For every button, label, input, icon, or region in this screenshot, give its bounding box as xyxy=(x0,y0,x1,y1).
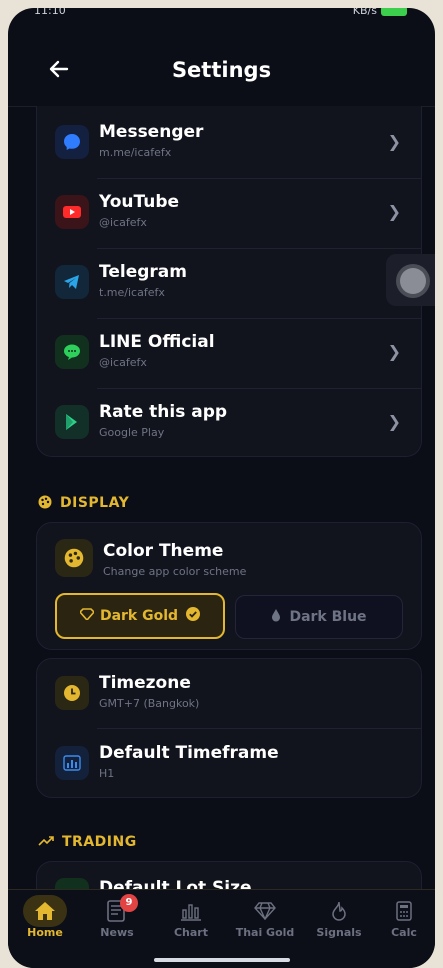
nav-news[interactable]: 9 News xyxy=(82,894,152,939)
line-label: LINE Official xyxy=(99,332,215,352)
messenger-label: Messenger xyxy=(99,122,204,142)
rate-app-label: Rate this app xyxy=(99,402,228,422)
section-trading-header: TRADING xyxy=(38,834,137,850)
social-item-youtube[interactable]: YouTube @icafefx ❯ xyxy=(37,178,421,246)
social-item-messenger[interactable]: Messenger m.me/icafefx ❯ xyxy=(37,108,421,176)
bar-chart-icon xyxy=(55,746,89,780)
default-timeframe-item[interactable]: Default Timeframe H1 xyxy=(37,729,421,797)
diamond-icon xyxy=(230,896,300,926)
network-speed: KB/s xyxy=(352,8,377,17)
check-circle-icon xyxy=(186,607,201,625)
app-bar: Settings xyxy=(8,38,435,107)
flame-icon xyxy=(304,896,374,926)
diamond-icon xyxy=(78,608,96,624)
youtube-sub: @icafefx xyxy=(99,216,147,229)
theme-dark-gold-button[interactable]: Dark Gold xyxy=(55,593,225,639)
bottom-navigation: Home 9 News Chart Thai Gold Signals Calc xyxy=(8,889,435,968)
rate-app-sub: Google Play xyxy=(99,426,165,439)
home-icon xyxy=(10,895,80,927)
line-icon xyxy=(55,335,89,369)
timeframe-title: Default Timeframe xyxy=(99,743,279,763)
section-display-label: DISPLAY xyxy=(60,495,130,511)
social-item-line[interactable]: LINE Official @icafefx ❯ xyxy=(37,318,421,386)
messenger-sub: m.me/icafefx xyxy=(99,146,172,159)
time-settings-card: Timezone GMT+7 (Bangkok) Default Timefra… xyxy=(36,658,422,798)
section-display-header: DISPLAY xyxy=(38,495,129,511)
social-item-telegram[interactable]: Telegram t.me/icafefx ❯ xyxy=(37,248,421,316)
nav-home[interactable]: Home xyxy=(10,895,80,939)
chevron-right-icon: ❯ xyxy=(387,202,401,221)
timeframe-sub: H1 xyxy=(99,767,115,780)
chevron-right-icon: ❯ xyxy=(387,412,401,431)
nav-chart-label: Chart xyxy=(173,926,208,939)
line-sub: @icafefx xyxy=(99,356,147,369)
trending-up-icon xyxy=(38,834,54,850)
youtube-icon xyxy=(55,195,89,229)
nav-thai-gold-label: Thai Gold xyxy=(235,926,295,939)
section-trading-label: TRADING xyxy=(62,834,137,850)
nav-signals-label: Signals xyxy=(316,926,362,939)
bar-chart-icon xyxy=(156,896,226,926)
nav-home-label: Home xyxy=(27,926,63,939)
social-item-rate-app[interactable]: Rate this app Google Play ❯ xyxy=(37,388,421,456)
nav-chart[interactable]: Chart xyxy=(156,896,226,939)
news-icon: 9 xyxy=(82,894,152,926)
nav-news-label: News xyxy=(100,926,134,939)
nav-calc[interactable]: Calc xyxy=(374,896,434,939)
google-play-icon xyxy=(55,405,89,439)
color-theme-title: Color Theme xyxy=(103,541,224,561)
color-theme-sub: Change app color scheme xyxy=(103,565,247,578)
color-theme-card: Color Theme Change app color scheme Dark… xyxy=(36,522,422,650)
nav-thai-gold[interactable]: Thai Gold xyxy=(230,896,300,939)
telegram-label: Telegram xyxy=(99,262,187,282)
telegram-sub: t.me/icafefx xyxy=(99,286,165,299)
floating-assistive-button[interactable] xyxy=(386,254,435,306)
news-badge: 9 xyxy=(120,894,138,912)
app-screen: 11:10 KB/s Settings Messenger m.me/icafe… xyxy=(8,8,435,968)
home-indicator xyxy=(154,958,290,962)
youtube-label: YouTube xyxy=(99,192,180,212)
water-drop-icon xyxy=(271,608,281,626)
status-right: KB/s xyxy=(353,8,407,17)
telegram-icon xyxy=(55,265,89,299)
dark-gold-label: Dark Gold xyxy=(99,608,179,624)
circle-icon xyxy=(400,268,426,294)
battery-icon xyxy=(381,8,407,16)
messenger-icon xyxy=(55,125,89,159)
nav-signals[interactable]: Signals xyxy=(304,896,374,939)
palette-icon xyxy=(55,539,93,577)
chevron-right-icon: ❯ xyxy=(387,132,401,151)
dark-blue-label: Dark Blue xyxy=(289,609,367,625)
timezone-title: Timezone xyxy=(99,673,191,693)
clock-icon xyxy=(55,676,89,710)
status-time: 11:10 xyxy=(34,8,66,17)
theme-dark-blue-button[interactable]: Dark Blue xyxy=(235,595,403,639)
timezone-item[interactable]: Timezone GMT+7 (Bangkok) xyxy=(37,659,421,727)
social-links-card: Messenger m.me/icafefx ❯ YouTube @icafef… xyxy=(36,106,422,457)
status-bar: 11:10 KB/s xyxy=(8,8,435,24)
calculator-icon xyxy=(374,896,434,926)
chevron-right-icon: ❯ xyxy=(387,342,401,361)
palette-icon xyxy=(38,495,52,511)
page-title: Settings xyxy=(171,58,272,82)
nav-calc-label: Calc xyxy=(391,926,417,939)
timezone-sub: GMT+7 (Bangkok) xyxy=(99,697,200,710)
